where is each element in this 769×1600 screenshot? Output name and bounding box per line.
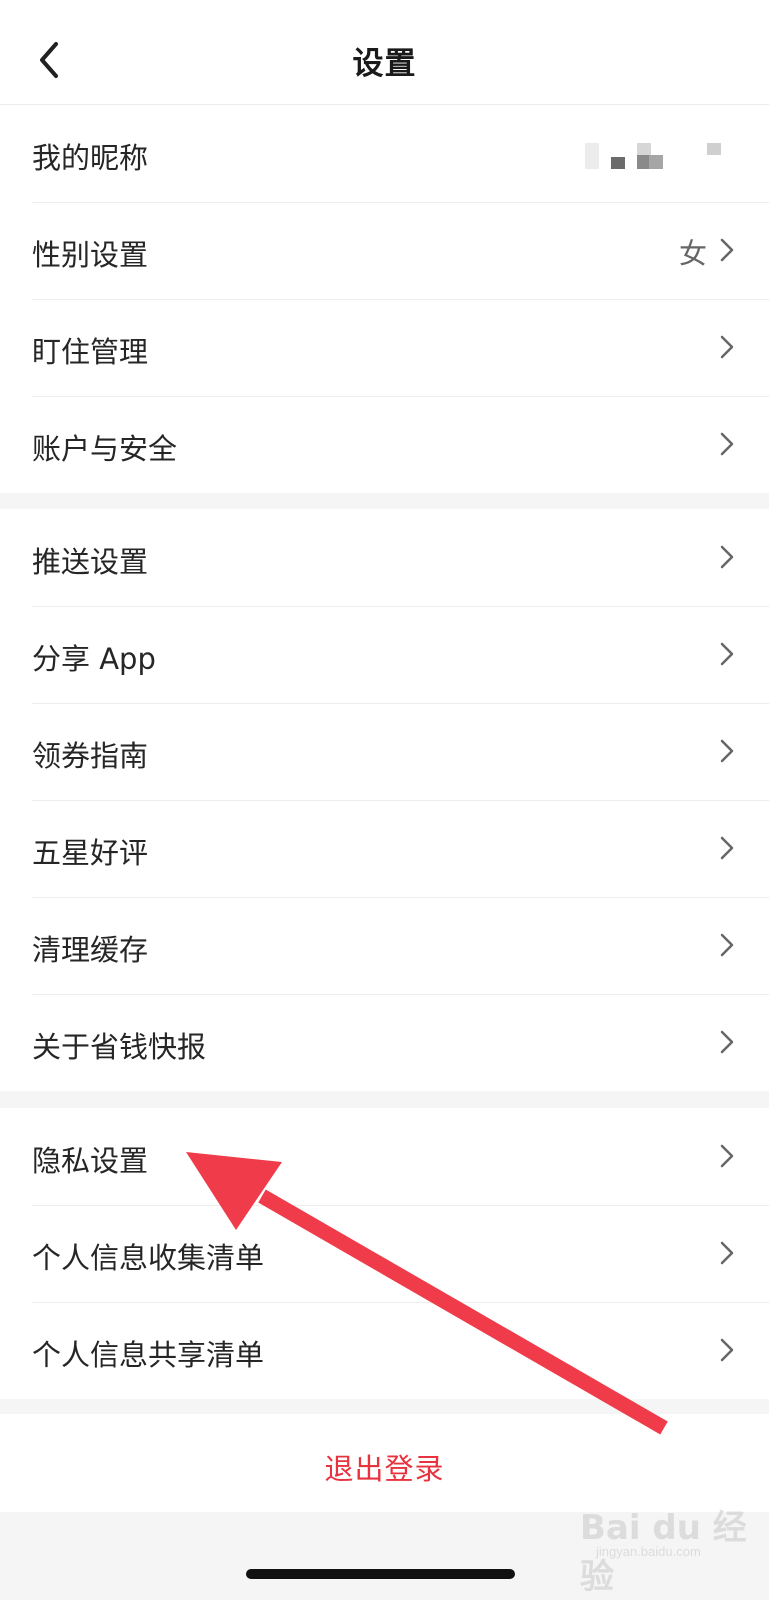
row-label: 账户与安全: [32, 432, 178, 466]
settings-row-watch-manage[interactable]: 盯住管理: [0, 299, 769, 396]
settings-group-privacy: 隐私设置 个人信息收集清单 个人信息共享清单: [0, 1108, 769, 1399]
chevron-right-icon: [720, 335, 734, 359]
chevron-right-icon: [720, 1144, 734, 1168]
row-label: 清理缓存: [32, 933, 149, 967]
row-label: 隐私设置: [32, 1144, 149, 1178]
baidu-jingyan-watermark: Bai du 经验 jingyan.baidu.com: [580, 1500, 765, 1597]
row-label: 分享 App: [32, 642, 156, 676]
settings-row-push[interactable]: 推送设置: [0, 509, 769, 606]
row-label: 推送设置: [32, 545, 149, 579]
row-label: 领券指南: [32, 739, 149, 773]
logout-button[interactable]: 退出登录: [0, 1414, 769, 1512]
chevron-right-icon: [720, 1030, 734, 1054]
chevron-right-icon: [720, 933, 734, 957]
logout-label: 退出登录: [324, 1452, 445, 1486]
settings-row-share-app[interactable]: 分享 App: [0, 606, 769, 703]
nav-bar: 设置: [0, 0, 769, 105]
settings-row-privacy[interactable]: 隐私设置: [0, 1108, 769, 1205]
chevron-right-icon: [720, 1338, 734, 1362]
gender-value: 女: [678, 237, 707, 270]
chevron-right-icon: [720, 836, 734, 860]
chevron-right-icon: [720, 739, 734, 763]
settings-row-gender[interactable]: 性别设置 女: [0, 202, 769, 299]
row-label: 盯住管理: [32, 335, 149, 369]
chevron-right-icon: [720, 1241, 734, 1265]
settings-row-coupon-guide[interactable]: 领券指南: [0, 703, 769, 800]
row-label: 关于省钱快报: [32, 1030, 207, 1064]
row-label: 性别设置: [32, 238, 149, 272]
row-label: 个人信息共享清单: [32, 1338, 265, 1372]
chevron-right-icon: [720, 545, 734, 569]
settings-row-info-collection[interactable]: 个人信息收集清单: [0, 1205, 769, 1302]
settings-row-info-sharing[interactable]: 个人信息共享清单: [0, 1302, 769, 1399]
chevron-right-icon: [720, 432, 734, 456]
settings-group-account: 我的昵称 性别设置 女 盯住管理 账户与安全: [0, 105, 769, 493]
settings-group-general: 推送设置 分享 App 领券指南 五星好评 清理缓存 关于省钱快报: [0, 509, 769, 1091]
row-label: 个人信息收集清单: [32, 1241, 265, 1275]
settings-row-clear-cache[interactable]: 清理缓存: [0, 897, 769, 994]
settings-row-five-star[interactable]: 五星好评: [0, 800, 769, 897]
settings-row-account-security[interactable]: 账户与安全: [0, 396, 769, 493]
settings-row-nickname[interactable]: 我的昵称: [0, 105, 769, 202]
watermark-sub: jingyan.baidu.com: [596, 1544, 701, 1559]
home-indicator: [246, 1569, 515, 1579]
row-label: 五星好评: [32, 836, 149, 870]
row-label: 我的昵称: [32, 141, 149, 175]
settings-row-about[interactable]: 关于省钱快报: [0, 994, 769, 1091]
nickname-masked-value: [585, 141, 725, 177]
chevron-right-icon: [720, 642, 734, 666]
page-title: 设置: [352, 46, 417, 82]
chevron-right-icon: [720, 238, 734, 262]
